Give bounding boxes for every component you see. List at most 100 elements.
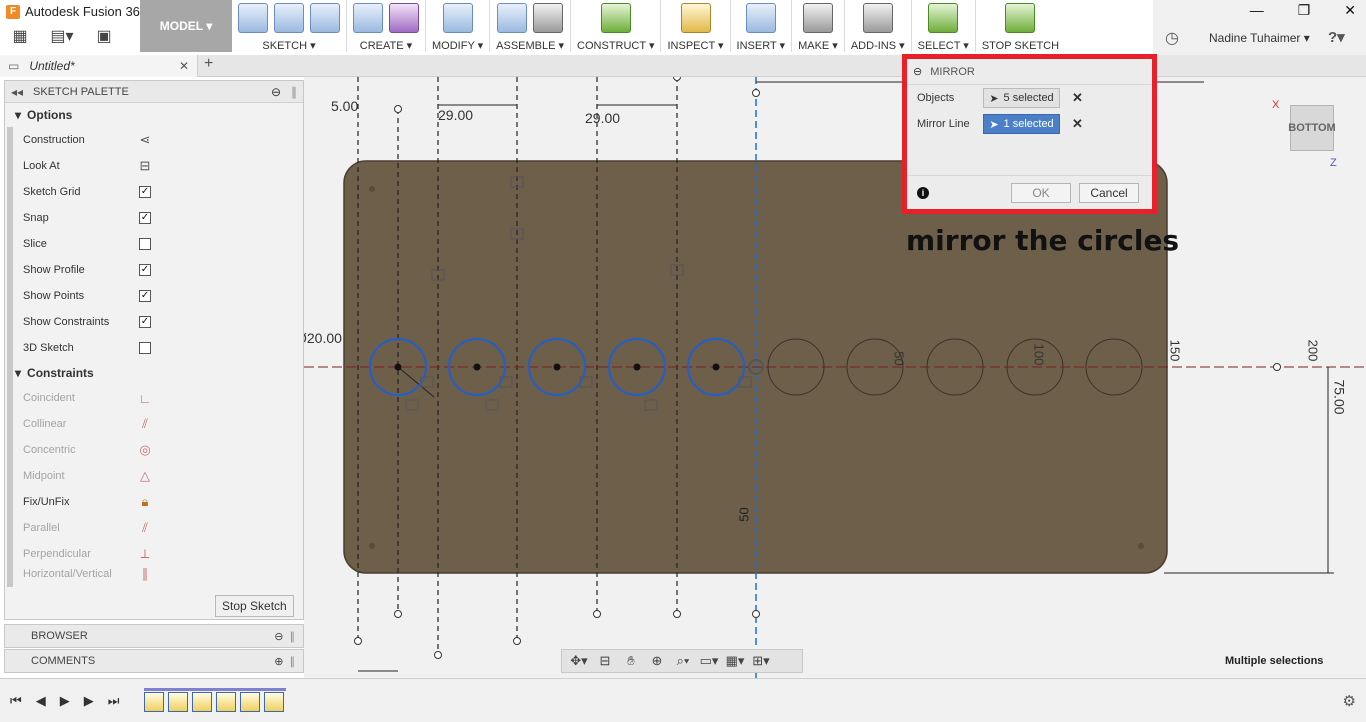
snap-checkbox[interactable]: ✓: [139, 212, 151, 224]
ribbon-label[interactable]: SELECT ▾: [918, 39, 969, 52]
collapse-dialog-icon[interactable]: ⊖: [913, 65, 922, 78]
look-at-icon[interactable]: ⊟: [594, 653, 616, 669]
ribbon-group-insert[interactable]: INSERT ▾: [731, 0, 793, 52]
gear-icon[interactable]: ⚙: [1343, 692, 1356, 710]
orbit-icon[interactable]: ✥▾: [568, 653, 590, 669]
3d-print-icon[interactable]: [802, 2, 833, 33]
option-sketch-grid[interactable]: Sketch Grid ✓: [5, 179, 303, 205]
ribbon-label[interactable]: ADD-INS ▾: [851, 39, 905, 52]
option-show-points[interactable]: Show Points ✓: [5, 283, 303, 309]
constraint-parallel[interactable]: Parallel ⫽: [5, 515, 303, 541]
constraint-collinear[interactable]: Collinear ⫽: [5, 411, 303, 437]
grid-settings-icon[interactable]: ▦▾: [724, 653, 746, 669]
scripts-icon[interactable]: [862, 2, 893, 33]
coincident-icon[interactable]: ∟: [139, 391, 152, 406]
ribbon-label[interactable]: CONSTRUCT ▾: [577, 39, 654, 52]
offset-plane-icon[interactable]: [600, 2, 631, 33]
close-tab-icon[interactable]: ✕: [179, 59, 189, 73]
timeline-hole-feature[interactable]: [192, 692, 212, 712]
step-forward-icon[interactable]: ▶: [84, 693, 94, 709]
ribbon-label[interactable]: CREATE ▾: [360, 39, 412, 52]
ribbon-group-inspect[interactable]: INSPECT ▾: [661, 0, 731, 52]
viewports-icon[interactable]: ⊞▾: [750, 653, 772, 669]
sketch-grid-checkbox[interactable]: ✓: [139, 186, 151, 198]
document-tab[interactable]: ▭ Untitled* ✕: [0, 55, 198, 77]
slice-checkbox[interactable]: [139, 238, 151, 250]
extrude-icon[interactable]: [353, 2, 383, 33]
show-profile-checkbox[interactable]: ✓: [139, 264, 151, 276]
go-to-end-icon[interactable]: ⏭: [108, 693, 120, 709]
pan-hand-icon[interactable]: ✋︎: [620, 653, 642, 669]
ribbon-label[interactable]: INSPECT ▾: [667, 39, 723, 52]
3d-sketch-checkbox[interactable]: [139, 342, 151, 354]
options-section-header[interactable]: ▾ Options: [5, 103, 303, 127]
close-icon[interactable]: ✕: [1344, 2, 1356, 19]
new-component-icon[interactable]: [497, 2, 528, 33]
palette-scrollbar[interactable]: [7, 127, 13, 587]
objects-selection-button[interactable]: ➤ 5 selected: [983, 88, 1060, 108]
workspace-model-button[interactable]: MODEL ▾: [140, 0, 232, 52]
option-look-at[interactable]: Look At ⊟: [5, 153, 303, 179]
option-show-profile[interactable]: Show Profile ✓: [5, 257, 303, 283]
insert-image-icon[interactable]: [745, 2, 776, 33]
ok-button[interactable]: OK: [1011, 183, 1071, 203]
dimension-label[interactable]: 5.00: [331, 98, 358, 114]
ribbon-group-add-ins[interactable]: ADD-INS ▾: [845, 0, 912, 52]
joint-icon[interactable]: [533, 2, 564, 33]
option-construction[interactable]: Construction ⋖: [5, 127, 303, 153]
constraints-section-header[interactable]: ▾ Constraints: [5, 361, 303, 385]
form-icon[interactable]: [389, 2, 419, 33]
create-sketch-icon[interactable]: [238, 2, 268, 33]
display-settings-icon[interactable]: ▭▾: [698, 653, 720, 669]
collapse-arrows-icon[interactable]: ◂◂: [11, 85, 23, 99]
dimension-label[interactable]: 29.00: [438, 107, 473, 123]
timeline-sketch-feature[interactable]: [264, 692, 284, 712]
ribbon-group-make[interactable]: MAKE ▾: [792, 0, 845, 52]
option-slice[interactable]: Slice: [5, 231, 303, 257]
stop-sketch-icon[interactable]: [1005, 3, 1036, 33]
measure-icon[interactable]: [680, 2, 711, 33]
help-icon[interactable]: ?▾: [1328, 28, 1345, 46]
restore-icon[interactable]: ❐: [1298, 2, 1311, 19]
spline-icon[interactable]: [274, 2, 304, 33]
ribbon-group-create[interactable]: CREATE ▾: [347, 0, 426, 52]
step-back-icon[interactable]: ◀: [36, 693, 46, 709]
cancel-button[interactable]: Cancel: [1079, 183, 1139, 203]
stop-sketch-button[interactable]: Stop Sketch: [215, 595, 294, 617]
panel-grip-icon[interactable]: ∥: [291, 85, 297, 99]
ribbon-label[interactable]: MODIFY ▾: [432, 39, 483, 52]
play-icon[interactable]: ▶: [60, 693, 70, 709]
option-3d-sketch[interactable]: 3D Sketch: [5, 335, 303, 361]
ribbon-label[interactable]: SKETCH ▾: [262, 39, 315, 52]
constraint-coincident[interactable]: Coincident ∟: [5, 385, 303, 411]
timeline-sketch-feature[interactable]: [216, 692, 236, 712]
panel-grip-icon[interactable]: ∥: [290, 655, 296, 668]
constraint-midpoint[interactable]: Midpoint △: [5, 463, 303, 489]
user-menu[interactable]: Nadine Tuhaimer ▾: [1209, 31, 1310, 45]
go-to-start-icon[interactable]: ⏮: [10, 693, 22, 709]
clear-objects-icon[interactable]: ✕: [1072, 90, 1083, 106]
ribbon-group-sketch[interactable]: SKETCH ▾: [232, 0, 347, 52]
parallel-icon[interactable]: ⫽: [142, 520, 148, 536]
constraint-concentric[interactable]: Concentric ◎: [5, 437, 303, 463]
ribbon-label[interactable]: STOP SKETCH: [982, 40, 1059, 52]
ribbon-label[interactable]: ASSEMBLE ▾: [496, 39, 564, 52]
constraint-horizontal-vertical[interactable]: Horizontal/Vertical ∥: [5, 567, 303, 581]
ribbon-group-stop-sketch[interactable]: STOP SKETCH: [976, 0, 1065, 52]
sketch-canvas[interactable]: 5.00 29.00 29.00 Ø20.00 50 100 150 200 7…: [296, 77, 1366, 678]
new-tab-icon[interactable]: +: [204, 55, 213, 73]
option-snap[interactable]: Snap ✓: [5, 205, 303, 231]
viewcube[interactable]: BOTTOM: [1288, 105, 1336, 151]
browser-panel-bar[interactable]: BROWSER ⊖ ∥: [4, 624, 304, 648]
comments-panel-bar[interactable]: COMMENTS ⊕ ∥: [4, 649, 304, 673]
look-at-icon[interactable]: ⊟: [140, 158, 151, 174]
ribbon-label[interactable]: MAKE ▾: [798, 39, 838, 52]
info-icon[interactable]: i: [917, 186, 929, 199]
history-clock-icon[interactable]: ◷: [1165, 28, 1179, 48]
rectangle-icon[interactable]: [310, 2, 340, 33]
ribbon-group-assemble[interactable]: ASSEMBLE ▾: [490, 0, 572, 52]
show-constraints-checkbox[interactable]: ✓: [139, 316, 151, 328]
ribbon-group-modify[interactable]: MODIFY ▾: [426, 0, 491, 52]
concentric-icon[interactable]: ◎: [139, 442, 150, 458]
grid-menu-icon[interactable]: ▦: [6, 26, 34, 46]
